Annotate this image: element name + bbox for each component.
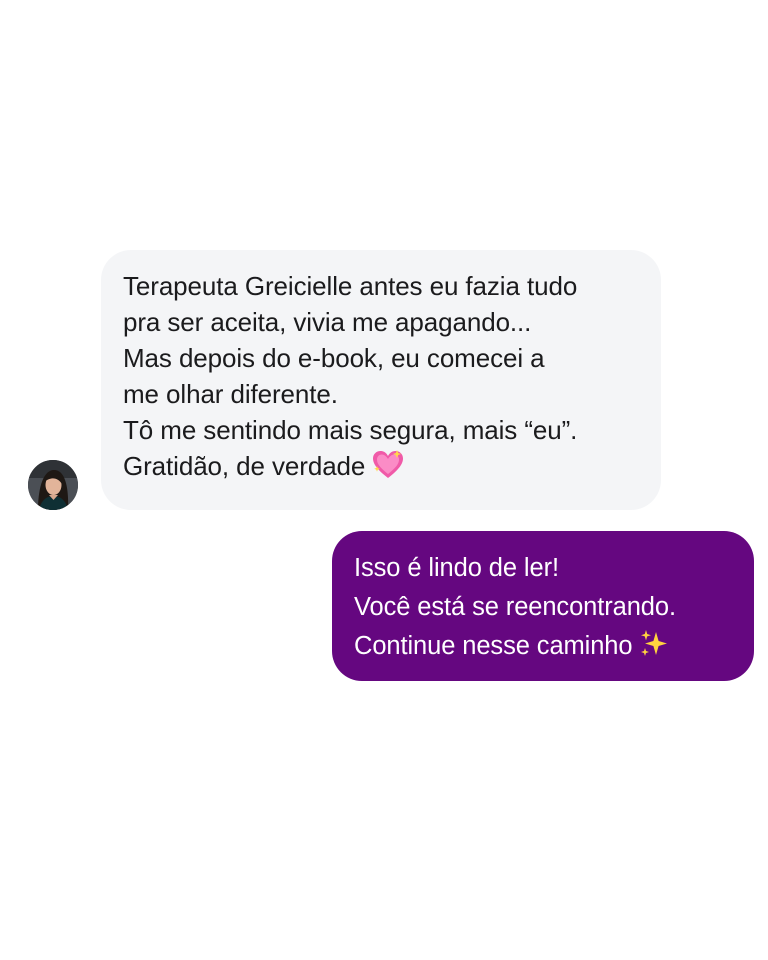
message-line: Tô me sentindo mais segura, mais “eu”. <box>123 415 578 445</box>
outgoing-message-bubble[interactable]: Isso é lindo de ler! Você está se reenco… <box>332 531 754 681</box>
message-line: Gratidão, de verdade <box>123 451 366 481</box>
message-line: me olhar diferente. <box>123 379 338 409</box>
avatar-photo <box>28 460 78 510</box>
incoming-message-bubble[interactable]: Terapeuta Greicielle antes eu fazia tudo… <box>101 250 661 510</box>
chat-thread: Terapeuta Greicielle antes eu fazia tudo… <box>0 0 768 960</box>
message-line-with-emoji: Gratidão, de verdade <box>123 448 641 490</box>
message-line-with-emoji: Continue nesse caminho <box>354 627 734 672</box>
avatar[interactable] <box>28 460 78 510</box>
message-line: Isso é lindo de ler! <box>354 554 559 582</box>
message-line: Continue nesse caminho <box>354 632 633 660</box>
sparkling-heart-icon <box>371 449 405 490</box>
message-line: Terapeuta Greicielle antes eu fazia tudo <box>123 271 578 301</box>
sparkles-icon <box>638 628 670 672</box>
message-line: Mas depois do e-book, eu comecei a <box>123 343 545 373</box>
message-line: Você está se reencontrando. <box>354 593 676 621</box>
message-line: pra ser aceita, vivia me apagando... <box>123 307 532 337</box>
